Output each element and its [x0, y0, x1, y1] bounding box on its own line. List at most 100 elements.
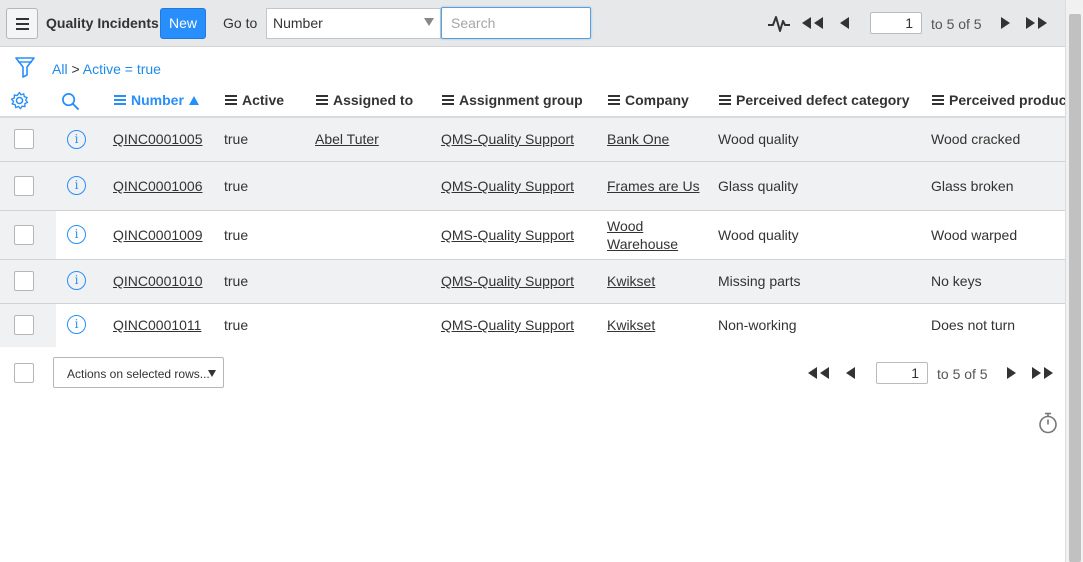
goto-label: Go to [223, 15, 258, 31]
column-menu-icon[interactable] [719, 95, 731, 105]
row-checkbox[interactable] [14, 315, 34, 335]
company-link-line2[interactable]: Warehouse [607, 236, 678, 252]
previous-page-button[interactable] [840, 17, 849, 31]
column-header-active[interactable]: Active [225, 92, 284, 108]
assignment-group-link[interactable]: QMS-Quality Support [441, 317, 574, 333]
company-link[interactable]: Bank One [607, 131, 669, 147]
number-link[interactable]: QINC0001010 [113, 273, 203, 289]
defect-category-value: Glass quality [718, 178, 799, 194]
row-checkbox[interactable] [14, 225, 34, 245]
company-link[interactable]: Kwikset [607, 273, 655, 289]
last-page-button[interactable] [1032, 367, 1053, 381]
column-label: Perceived defect category [736, 92, 910, 108]
column-label: Active [242, 92, 285, 108]
row-select-cell [0, 162, 56, 210]
column-header-assigned-to[interactable]: Assigned to [316, 92, 413, 108]
gear-icon[interactable] [10, 91, 29, 110]
column-label: Assigned to [333, 92, 414, 108]
assignment-group-link[interactable]: QMS-Quality Support [441, 227, 574, 243]
info-icon[interactable]: i [67, 176, 86, 195]
first-page-icon [808, 367, 817, 379]
info-icon[interactable]: i [67, 271, 86, 290]
column-menu-icon[interactable] [442, 95, 454, 105]
first-page-button[interactable] [808, 367, 829, 381]
next-page-icon [1007, 367, 1016, 379]
active-value: true [224, 131, 249, 147]
column-header-company[interactable]: Company [608, 92, 689, 108]
active-value: true [224, 227, 249, 243]
page: Quality Incidents New Go to Number to 5 … [0, 0, 1083, 562]
number-link[interactable]: QINC0001005 [113, 131, 203, 147]
active-value: true [224, 317, 249, 333]
scrollbar-thumb[interactable] [1069, 14, 1081, 562]
row-select-cell [0, 260, 56, 303]
page-range-text: to 5 of 5 [937, 366, 988, 382]
perceived-product-value: No keys [931, 273, 982, 289]
goto-field-select[interactable]: Number [266, 8, 441, 39]
defect-category-value: Non-working [718, 317, 797, 333]
company-link[interactable]: Frames are Us [607, 178, 700, 194]
column-header-assignment-group[interactable]: Assignment group [442, 92, 583, 108]
row-checkbox[interactable] [14, 176, 34, 196]
info-icon[interactable]: i [67, 315, 86, 334]
last-page-icon [1026, 17, 1035, 29]
next-page-button[interactable] [1001, 17, 1010, 31]
assignment-group-link[interactable]: QMS-Quality Support [441, 178, 574, 194]
menu-button[interactable] [6, 8, 38, 39]
last-page-icon-part [1038, 17, 1047, 29]
assignment-group-link[interactable]: QMS-Quality Support [441, 273, 574, 289]
page-title: Quality Incidents [46, 15, 159, 31]
page-range-text: to 5 of 5 [931, 16, 982, 32]
row-select-cell [0, 211, 56, 259]
column-menu-icon[interactable] [316, 95, 328, 105]
page-number-input[interactable] [876, 362, 928, 384]
perceived-product-value: Wood cracked [931, 131, 1021, 147]
assigned-to-link[interactable]: Abel Tuter [315, 131, 379, 147]
actions-select[interactable]: Actions on selected rows... [53, 357, 224, 388]
table-row: i QINC0001011 true QMS-Quality Support K… [0, 304, 1065, 347]
breadcrumb-filter-link[interactable]: Active = true [83, 61, 161, 77]
first-page-icon-part [820, 367, 829, 379]
next-page-button[interactable] [1007, 367, 1016, 381]
defect-category-value: Wood quality [718, 131, 799, 147]
previous-page-icon [840, 17, 849, 29]
last-page-button[interactable] [1026, 17, 1047, 31]
new-button[interactable]: New [160, 8, 206, 39]
page-number-input[interactable] [870, 12, 922, 34]
column-header-number[interactable]: Number [114, 92, 199, 108]
vertical-scrollbar[interactable] [1065, 0, 1083, 562]
number-link[interactable]: QINC0001009 [113, 227, 203, 243]
info-icon[interactable]: i [67, 130, 86, 149]
first-page-icon-part [814, 17, 823, 29]
activity-stream-icon[interactable] [767, 13, 791, 33]
previous-page-icon [846, 367, 855, 379]
previous-page-button[interactable] [846, 367, 855, 381]
search-input[interactable] [441, 7, 591, 39]
column-menu-icon[interactable] [932, 95, 944, 105]
list-view: Quality Incidents New Go to Number to 5 … [0, 0, 1065, 562]
number-link[interactable]: QINC0001011 [113, 317, 201, 333]
info-icon[interactable]: i [67, 225, 86, 244]
breadcrumb-all-link[interactable]: All [52, 61, 68, 77]
number-link[interactable]: QINC0001006 [113, 178, 203, 194]
column-menu-icon[interactable] [608, 95, 620, 105]
row-checkbox[interactable] [14, 129, 34, 149]
stopwatch-icon[interactable] [1038, 412, 1058, 434]
company-link[interactable]: Wood [607, 218, 643, 234]
search-icon[interactable] [61, 92, 80, 111]
last-page-icon [1032, 367, 1041, 379]
filter-icon[interactable] [15, 56, 35, 78]
list-footer: Actions on selected rows... to 5 of 5 [0, 347, 1065, 397]
row-checkbox[interactable] [14, 271, 34, 291]
column-menu-icon[interactable] [114, 95, 126, 105]
table-row: i QINC0001009 true QMS-Quality Support W… [0, 211, 1065, 260]
column-label: Company [625, 92, 689, 108]
column-header-perceived-product[interactable]: Perceived product [932, 92, 1065, 108]
column-menu-icon[interactable] [225, 95, 237, 105]
first-page-button[interactable] [802, 17, 823, 31]
select-all-checkbox[interactable] [14, 363, 34, 383]
column-header-perceived-defect-category[interactable]: Perceived defect category [719, 92, 910, 108]
company-link[interactable]: Kwikset [607, 317, 655, 333]
column-label: Assignment group [459, 92, 583, 108]
assignment-group-link[interactable]: QMS-Quality Support [441, 131, 574, 147]
